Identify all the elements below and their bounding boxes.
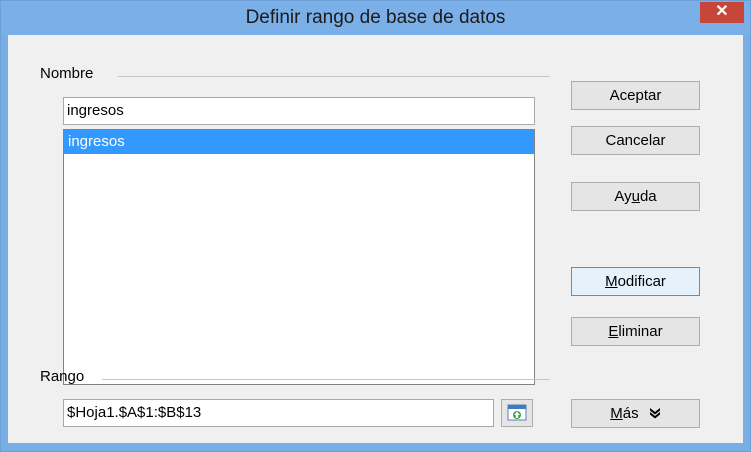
range-separator bbox=[102, 379, 550, 380]
delete-label: liminar bbox=[618, 323, 663, 340]
more-button[interactable]: Más bbox=[571, 399, 700, 428]
help-mnemonic: u bbox=[631, 188, 640, 205]
more-label: ás bbox=[622, 405, 639, 422]
modify-label: odificar bbox=[617, 273, 666, 290]
ok-button[interactable]: Aceptar bbox=[571, 81, 700, 110]
shrink-range-icon bbox=[507, 404, 527, 421]
double-chevron-down-icon bbox=[649, 408, 660, 419]
dialog-window: Definir rango de base de datos ✕ Nombre … bbox=[0, 0, 751, 452]
delete-button[interactable]: Eliminar bbox=[571, 317, 700, 346]
database-range-list[interactable]: ingresos bbox=[63, 129, 535, 385]
cancel-button[interactable]: Cancelar bbox=[571, 126, 700, 155]
name-input[interactable]: ingresos bbox=[63, 97, 535, 125]
name-separator bbox=[118, 76, 550, 77]
delete-mnemonic: E bbox=[608, 323, 619, 340]
shrink-range-button[interactable] bbox=[501, 399, 533, 427]
modify-button[interactable]: Modificar bbox=[571, 267, 700, 296]
dialog-title: Definir rango de base de datos bbox=[245, 7, 506, 28]
range-legend: Rango bbox=[40, 368, 85, 385]
help-label-end: da bbox=[639, 188, 657, 205]
name-legend: Nombre bbox=[40, 65, 94, 82]
range-input[interactable]: $Hoja1.$A$1:$B$13 bbox=[63, 399, 494, 427]
list-item[interactable]: ingresos bbox=[64, 130, 534, 154]
help-button[interactable]: Ayuda bbox=[571, 182, 700, 211]
close-button[interactable]: ✕ bbox=[700, 2, 744, 23]
title-bar[interactable]: Definir rango de base de datos ✕ bbox=[1, 1, 750, 35]
dialog-body: Nombre ingresos ingresos Rango $Hoja1.$A… bbox=[8, 35, 743, 443]
more-mnemonic: M bbox=[610, 405, 623, 422]
modify-mnemonic: M bbox=[605, 273, 618, 290]
help-label-start: Ay bbox=[614, 188, 632, 205]
